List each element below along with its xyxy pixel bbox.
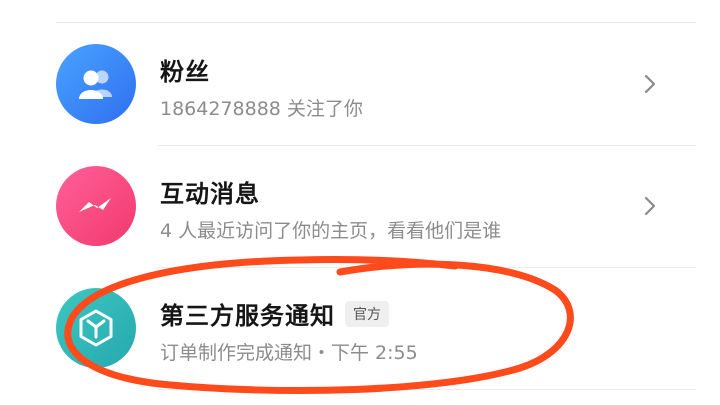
service-title-line: 第三方服务通知 官方 bbox=[160, 296, 389, 331]
message-icon bbox=[79, 198, 111, 212]
fans-subtitle: 1864278888 关注了你 bbox=[160, 98, 363, 120]
list-item-fans[interactable]: 粉丝 1864278888 关注了你 bbox=[0, 24, 720, 146]
official-badge: 官方 bbox=[345, 300, 389, 327]
fans-title: 粉丝 bbox=[160, 58, 210, 86]
service-title: 第三方服务通知 bbox=[160, 302, 335, 330]
chevron-right-icon[interactable] bbox=[642, 194, 658, 218]
message-avatar bbox=[56, 166, 136, 246]
chevron-right-icon[interactable] bbox=[642, 72, 658, 96]
list-item-interactions[interactable]: 互动消息 4 人最近访问了你的主页，看看他们是谁 bbox=[0, 146, 720, 268]
interactions-title-line: 互动消息 bbox=[160, 174, 260, 209]
list-item-third-party-service[interactable]: 第三方服务通知 官方 订单制作完成通知・下午 2:55 bbox=[0, 268, 720, 390]
row-divider bbox=[158, 389, 696, 390]
service-avatar bbox=[56, 288, 136, 368]
fans-avatar bbox=[56, 44, 136, 124]
cube-icon bbox=[79, 309, 113, 347]
fans-icon bbox=[79, 70, 112, 99]
interactions-subtitle: 4 人最近访问了你的主页，看看他们是谁 bbox=[160, 220, 502, 242]
interactions-title: 互动消息 bbox=[160, 180, 260, 208]
top-divider bbox=[56, 22, 696, 23]
fans-title-line: 粉丝 bbox=[160, 52, 210, 87]
service-subtitle: 订单制作完成通知・下午 2:55 bbox=[160, 342, 418, 364]
